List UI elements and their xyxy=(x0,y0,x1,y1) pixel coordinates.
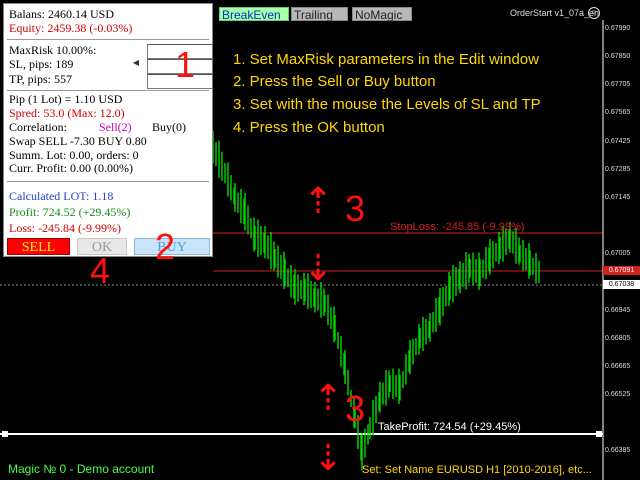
smile-icon: ☺ xyxy=(588,7,600,19)
candle-series xyxy=(212,131,540,471)
orderstart-title: OrderStart v1_07a_en xyxy=(510,8,600,18)
nomagic-button[interactable]: NoMagic xyxy=(352,7,412,22)
price-tick: 0.67005 xyxy=(605,250,631,257)
trailing-button[interactable]: Trailing xyxy=(291,7,348,22)
swap-text: Swap SELL -7.30 BUY 0.80 xyxy=(9,134,147,148)
step-marker-3-upper: 3 xyxy=(345,188,366,229)
price-tick: 0.67990 xyxy=(605,25,631,32)
maxrisk-label: MaxRisk 10.00%: xyxy=(9,43,97,57)
price-tick: 0.67145 xyxy=(605,194,631,201)
profit-text: Profit: 724.52 (+29.45%) xyxy=(9,205,131,219)
price-tick: 0.67425 xyxy=(605,138,631,145)
instruction-2: 2. Press the Sell or Buy button xyxy=(233,73,436,90)
correlation-buy: Buy(0) xyxy=(152,120,186,134)
price-tick: 0.66525 xyxy=(605,391,631,398)
price-tick: 0.66945 xyxy=(605,307,631,314)
step-marker-2: 2 xyxy=(155,226,176,267)
order-panel: Balans: 2460.14 USD Equity: 2459.38 (-0.… xyxy=(3,3,213,257)
loss-text: Loss: -245.84 (-9.99%) xyxy=(9,221,121,235)
calculated-lot-text: Calculated LOT: 1.18 xyxy=(9,189,114,203)
arrow-up-icon: ⇡ xyxy=(313,377,344,418)
current-price-badge: 0.67091 xyxy=(603,266,640,275)
price-tick: 0.66385 xyxy=(605,447,631,454)
instruction-4: 4. Press the OK button xyxy=(233,119,385,136)
set-name-text: Set: Set Name EURUSD H1 [2010-2016], etc… xyxy=(362,464,592,476)
pip-value-text: Pip (1 Lot) = 1.10 USD xyxy=(9,92,123,106)
chevron-left-icon[interactable]: ◀ xyxy=(130,48,142,78)
correlation-label: Correlation: xyxy=(9,120,67,134)
price-tick: 0.66805 xyxy=(605,335,631,342)
instruction-1: 1. Set MaxRisk parameters in the Edit wi… xyxy=(233,51,539,68)
takeprofit-left-handle[interactable] xyxy=(2,431,8,437)
price-tick: 0.66665 xyxy=(605,363,631,370)
takeprofit-label: TakeProfit: 724.54 (+29.45%) xyxy=(378,421,521,433)
magic-account-text: Magic № 0 - Demo account xyxy=(8,462,155,476)
price-tick: 0.67850 xyxy=(605,53,631,60)
panel-divider xyxy=(7,90,209,91)
instruction-3: 3. Set with the mouse the Levels of SL a… xyxy=(233,96,541,113)
step-marker-1: 1 xyxy=(175,44,196,85)
panel-divider xyxy=(7,181,209,182)
balance-text: Balans: 2460.14 USD xyxy=(9,7,114,21)
bid-price-badge: 0.67038 xyxy=(603,280,640,289)
equity-text: Equity: 2459.38 (-0.03%) xyxy=(9,21,133,35)
arrow-down-icon: ⇣ xyxy=(303,247,334,288)
price-tick: 0.67565 xyxy=(605,109,631,116)
correlation-sell: Sell(2) xyxy=(99,120,132,134)
price-tick: 0.67705 xyxy=(605,81,631,88)
breakeven-button[interactable]: BreakEven xyxy=(219,7,289,22)
panel-divider xyxy=(7,39,209,40)
arrow-down-icon: ⇣ xyxy=(313,437,344,478)
arrow-up-icon: ⇡ xyxy=(303,180,334,221)
step-marker-4: 4 xyxy=(90,250,111,291)
tp-pips-label: TP, pips: 557 xyxy=(9,72,73,86)
curr-profit-text: Curr. Profit: 0.00 (0.00%) xyxy=(9,161,133,175)
spread-text: Spred: 53.0 (Max: 12.0) xyxy=(9,106,125,120)
step-marker-3-lower: 3 xyxy=(345,388,366,429)
takeprofit-right-handle[interactable] xyxy=(596,431,602,437)
sell-button[interactable]: SELL xyxy=(7,238,70,255)
sl-pips-label: SL, pips: 189 xyxy=(9,57,74,71)
price-tick: 0.67285 xyxy=(605,166,631,173)
stoploss-label: StopLoss: -245.85 (-9.99%) xyxy=(390,221,525,233)
